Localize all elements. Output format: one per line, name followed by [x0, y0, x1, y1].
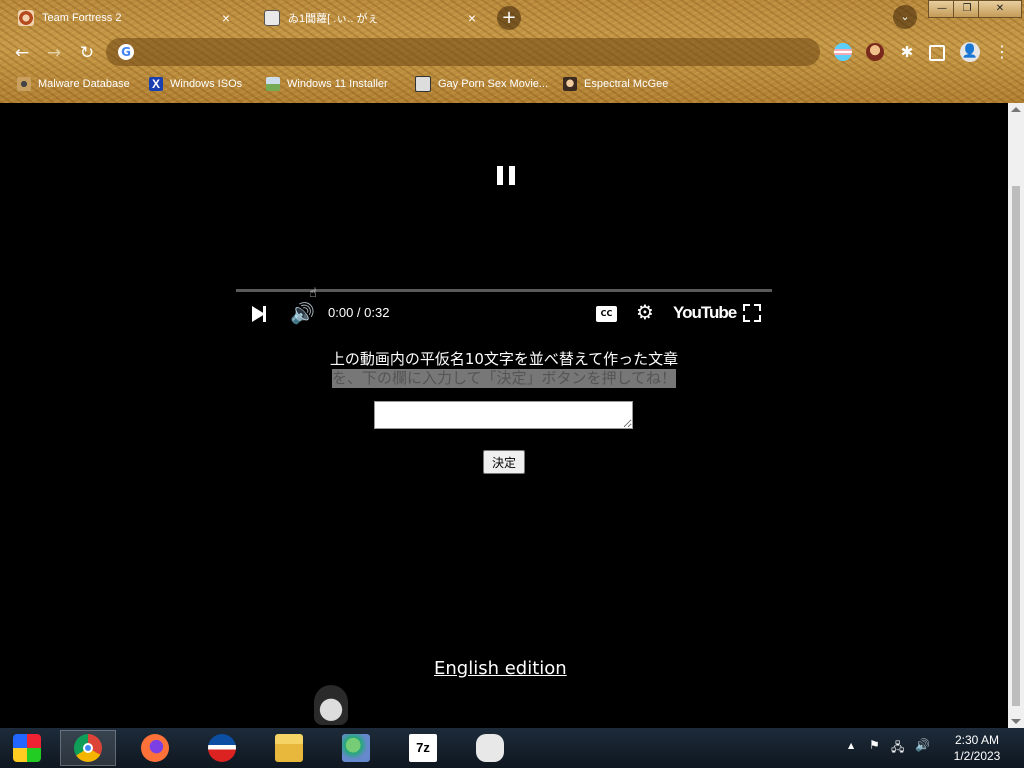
tab-title: ゐ1聞蘿[ .ぃ.. がぇ [288, 13, 379, 25]
instructions-text: 上の動画内の平仮名10文字を並べ替えて作った文章 を、下の欄に入力して「決定」ボ… [318, 350, 690, 388]
minimize-button[interactable]: — [928, 0, 956, 18]
side-panel-icon[interactable] [929, 45, 945, 61]
tab-team-fortress-2[interactable]: Team Fortress 2 × [0, 4, 240, 32]
taskbar-network-app[interactable] [328, 730, 384, 766]
answer-input[interactable] [374, 401, 633, 429]
firefox-icon [141, 734, 169, 762]
taskbar-7zip[interactable]: 7z [395, 730, 451, 766]
google-icon: G [118, 44, 134, 60]
clock-date: 1/2/2023 [953, 749, 1001, 763]
hand-cursor-icon: ☝ [309, 286, 317, 301]
video-controls: 🔊 0:00 / 0:32 CC ⚙ YouTube [236, 300, 772, 328]
youtube-logo[interactable]: YouTube [673, 303, 737, 323]
taskbar: 7z ▲ ⚑ 🖧 🔊 2:30 AM 1/2/2023 [0, 728, 1024, 768]
pause-indicator-icon[interactable] [497, 166, 515, 185]
windows-logo-icon [13, 734, 41, 762]
extensions-puzzle-icon[interactable]: ✱ [898, 43, 916, 61]
7zip-icon: 7z [409, 734, 437, 762]
globe-page-icon [415, 76, 431, 92]
character-face-icon [563, 77, 577, 91]
address-bar[interactable]: G [106, 38, 820, 66]
clock[interactable]: 2:30 AM 1/2/2023 [945, 732, 1009, 764]
bookmark-label: Gay Porn Sex Movie... [438, 78, 549, 90]
clock-time: 2:30 AM [954, 733, 1000, 747]
bookmark-label: Windows ISOs [170, 78, 243, 90]
gamepad-icon [476, 734, 504, 762]
scroll-down-arrow-icon[interactable] [1011, 719, 1021, 724]
folder-icon [275, 734, 303, 762]
bookmark-label: Malware Database [38, 78, 130, 90]
reload-button[interactable]: ↻ [76, 42, 98, 64]
scroll-up-arrow-icon[interactable] [1011, 107, 1021, 112]
bookmark-label: Espectral McGee [584, 78, 669, 90]
forward-button[interactable]: → [43, 42, 65, 64]
network-people-icon [342, 734, 370, 762]
tab-search-button[interactable]: ⌄ [893, 5, 917, 29]
back-button[interactable]: ← [11, 42, 33, 64]
show-hidden-icons-icon[interactable]: ▲ [848, 741, 854, 750]
profile-icon[interactable]: 👤 [960, 42, 980, 62]
character-avatar [314, 685, 348, 725]
fullscreen-icon[interactable] [743, 304, 761, 322]
restore-button[interactable]: ❐ [953, 0, 981, 18]
start-button[interactable] [4, 730, 50, 766]
english-edition-link[interactable]: English edition [434, 658, 567, 679]
bookmark-windows-isos[interactable]: X Windows ISOs [149, 75, 242, 93]
video-time: 0:00 / 0:32 [328, 305, 390, 320]
browser-chrome: Team Fortress 2 × ゐ1聞蘿[ .ぃ.. がぇ × + ⌄ — … [0, 0, 1024, 103]
taskbar-game-controller[interactable] [462, 730, 518, 766]
page-scrollbar[interactable] [1008, 103, 1024, 728]
bookmark-label: Windows 11 Installer [287, 78, 388, 90]
bookmark-malware-database[interactable]: Malware Database [17, 75, 130, 93]
bookmark-windows-11-installer[interactable]: Windows 11 Installer [266, 75, 388, 93]
tab-video-page[interactable]: ゐ1聞蘿[ .ぃ.. がぇ × [246, 4, 486, 32]
network-tray-icon[interactable]: 🖧 [891, 738, 904, 759]
x-logo-icon: X [149, 77, 163, 91]
instructions-line-2: を、下の欄に入力して「決定」ボタンを押してね！ [331, 369, 677, 388]
settings-gear-icon[interactable]: ⚙ [636, 300, 654, 324]
anime-face-favicon-icon [264, 10, 280, 26]
taskbar-firefox[interactable] [127, 730, 183, 766]
tab-title: Team Fortress 2 [42, 12, 122, 24]
new-tab-button[interactable]: + [497, 6, 521, 30]
taskbar-file-explorer[interactable] [261, 730, 317, 766]
action-center-flag-icon[interactable]: ⚑ [869, 738, 880, 752]
taskbar-chrome[interactable] [60, 730, 116, 766]
bookmark-espectral-mcgee[interactable]: Espectral McGee [563, 75, 668, 93]
submit-button[interactable]: 決定 [483, 450, 525, 474]
trans-flag-extension-icon[interactable] [834, 43, 852, 61]
play-button[interactable] [252, 306, 266, 322]
instructions-line-1: 上の動画内の平仮名10文字を並べ替えて作った文章 [329, 350, 679, 368]
bookmark-favicon-icon [17, 77, 31, 91]
scroll-thumb[interactable] [1012, 186, 1020, 706]
bookmark-movie[interactable]: Gay Porn Sex Movie... [415, 75, 548, 93]
tab-close-icon[interactable]: × [222, 10, 230, 26]
web-page: ☝ 🔊 0:00 / 0:32 CC ⚙ YouTube 上の動画内の平仮名10… [0, 103, 1008, 728]
volume-tray-icon[interactable]: 🔊 [915, 738, 930, 752]
taskbar-obama-logo[interactable] [194, 730, 250, 766]
obama-logo-icon [208, 734, 236, 762]
browser-menu-icon[interactable]: ⋮ [993, 43, 1011, 61]
captions-button[interactable]: CC [596, 306, 617, 322]
close-window-button[interactable]: ✕ [978, 0, 1022, 18]
tf2-favicon-icon [18, 10, 34, 26]
chrome-icon [74, 734, 102, 762]
volume-icon[interactable]: 🔊 [290, 301, 315, 325]
landscape-image-icon [266, 77, 280, 91]
tab-close-icon[interactable]: × [468, 10, 476, 26]
character-extension-icon[interactable] [866, 43, 884, 61]
